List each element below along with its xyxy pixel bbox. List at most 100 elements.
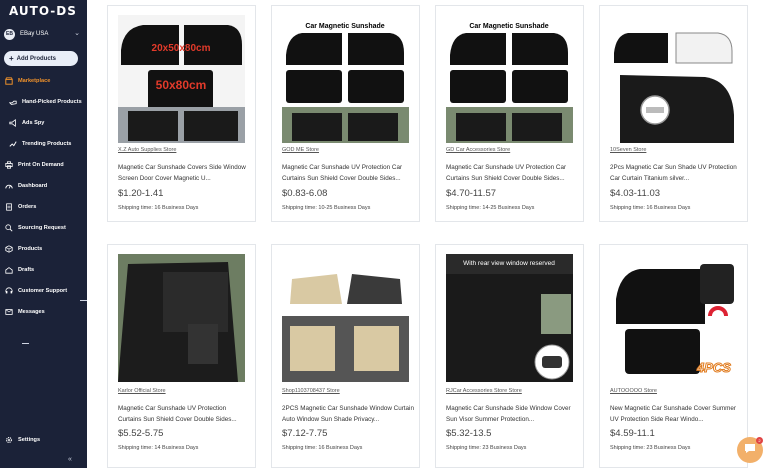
product-image[interactable] xyxy=(118,254,245,382)
product-image-label: With rear view window reserved xyxy=(463,260,555,267)
product-image[interactable] xyxy=(610,15,737,143)
drafts-icon xyxy=(4,266,13,275)
product-title[interactable]: Magnetic Car Sunshade UV Protection Car … xyxy=(282,162,414,184)
product-card[interactable]: 4PCS AUTOOOOO Store New Magnetic Car Sun… xyxy=(599,244,748,468)
sidebar-item-customer-support[interactable]: Customer Support xyxy=(4,285,67,297)
product-card[interactable]: Karlor Official Store Magnetic Car Sunsh… xyxy=(107,244,256,468)
shipping-time: Shipping time: 23 Business Days xyxy=(610,445,691,451)
brand-logo[interactable]: AUTO-DS xyxy=(9,4,77,18)
product-image-label: 20x50x80cm xyxy=(152,43,211,54)
sidebar-item-label: Orders xyxy=(18,204,37,210)
store-link[interactable]: Shop1103708437 Store xyxy=(282,388,340,394)
chat-icon xyxy=(743,441,757,460)
trend-icon xyxy=(8,140,17,149)
add-products-button[interactable]: + Add Products xyxy=(4,51,78,66)
product-image[interactable]: 4PCS xyxy=(610,254,737,382)
product-title[interactable]: Magnetic Car Sunshade UV Protection Car … xyxy=(446,162,578,184)
product-card[interactable]: Car Magnetic Sunshade GD Car Accessories… xyxy=(435,5,584,222)
sidebar-item-label: Dashboard xyxy=(18,183,48,189)
product-image[interactable]: Car Magnetic Sunshade xyxy=(446,15,573,143)
product-image-label: 50x80cm xyxy=(156,78,207,92)
gear-icon xyxy=(4,436,13,445)
sourcing-icon xyxy=(4,224,13,233)
divider xyxy=(22,343,29,344)
product-image[interactable]: Car Magnetic Sunshade xyxy=(282,15,409,143)
sidebar-item-hand-picked[interactable]: Hand-Picked Products xyxy=(8,96,82,108)
product-image[interactable]: 20x50x80cm 50x80cm xyxy=(118,15,245,143)
hand-icon xyxy=(8,98,17,107)
app-root: AUTO-DS EB EBay USA ⌄ + Add Products Mar… xyxy=(0,0,768,468)
scroll-marker xyxy=(80,300,87,301)
sidebar-item-orders[interactable]: Orders xyxy=(4,201,36,213)
sidebar-item-label: Sourcing Request xyxy=(18,225,66,231)
sidebar-item-label: Marketplace xyxy=(18,78,51,84)
product-card[interactable]: Car Magnetic Sunshade GOD ME Store Magne… xyxy=(271,5,420,222)
product-title[interactable]: New Magnetic Car Sunshade Cover Summer U… xyxy=(610,403,742,425)
sidebar-item-products[interactable]: Products xyxy=(4,243,42,255)
sidebar-item-label: Ads Spy xyxy=(22,120,45,126)
product-title[interactable]: Magnetic Car Sunshade Side Window Cover … xyxy=(446,403,578,425)
shipping-time: Shipping time: 23 Business Days xyxy=(446,445,527,451)
store-link[interactable]: Karlor Official Store xyxy=(118,388,166,394)
shipping-time: Shipping time: 16 Business Days xyxy=(282,445,363,451)
product-card[interactable]: 20x50x80cm 50x80cm X.Z Auto Supplies Sto… xyxy=(107,5,256,222)
product-price: $0.83-6.08 xyxy=(282,188,328,199)
sidebar-item-messages[interactable]: Messages xyxy=(4,306,45,318)
product-title[interactable]: 2Pcs Magnetic Car Sun Shade UV Protectio… xyxy=(610,162,742,184)
product-title[interactable]: Magnetic Car Sunshade Covers Side Window… xyxy=(118,162,250,184)
mail-icon xyxy=(4,308,13,317)
sidebar-item-drafts[interactable]: Drafts xyxy=(4,264,34,276)
sidebar-item-marketplace[interactable]: Marketplace xyxy=(4,75,50,87)
product-price: $4.70-11.57 xyxy=(446,188,497,199)
store-link[interactable]: GOD ME Store xyxy=(282,147,319,153)
chat-badge: 2 xyxy=(756,437,763,444)
product-card[interactable]: With rear view window reserved RJCar Acc… xyxy=(435,244,584,468)
store-icon xyxy=(4,77,13,86)
store-link[interactable]: 10Seven Store xyxy=(610,147,646,153)
product-price: $4.03-11.03 xyxy=(610,188,661,199)
sidebar: AUTO-DS EB EBay USA ⌄ + Add Products Mar… xyxy=(0,0,87,468)
product-price: $7.12-7.75 xyxy=(282,428,328,439)
sidebar-item-label: Print On Demand xyxy=(18,162,64,168)
box-icon xyxy=(4,245,13,254)
product-image[interactable]: With rear view window reserved xyxy=(446,254,573,382)
shipping-time: Shipping time: 16 Business Days xyxy=(118,205,199,211)
collapse-sidebar-button[interactable]: « xyxy=(68,456,72,463)
shipping-time: Shipping time: 14 Business Days xyxy=(118,445,199,451)
store-link[interactable]: RJCar Accessories Store Store xyxy=(446,388,522,394)
product-price: $4.59-11.1 xyxy=(610,428,655,439)
product-title[interactable]: 2PCS Magnetic Car Sunshade Window Curtai… xyxy=(282,403,414,425)
add-products-label: Add Products xyxy=(16,55,57,62)
orders-icon xyxy=(4,203,13,212)
store-link[interactable]: AUTOOOOO Store xyxy=(610,388,657,394)
sidebar-item-ads-spy[interactable]: Ads Spy xyxy=(8,117,44,129)
sidebar-item-label: Products xyxy=(18,246,43,252)
sidebar-item-settings[interactable]: Settings xyxy=(4,434,40,446)
sidebar-item-trending[interactable]: Trending Products xyxy=(8,138,71,150)
product-card[interactable]: Shop1103708437 Store 2PCS Magnetic Car S… xyxy=(271,244,420,468)
dashboard-icon xyxy=(4,182,13,191)
product-image-label: Car Magnetic Sunshade xyxy=(469,23,548,30)
store-name: EBay USA xyxy=(20,31,49,37)
shipping-time: Shipping time: 10-25 Business Days xyxy=(282,205,371,211)
product-price: $5.52-5.75 xyxy=(118,428,164,439)
shipping-time: Shipping time: 16 Business Days xyxy=(610,205,691,211)
product-card[interactable]: 10Seven Store 2Pcs Magnetic Car Sun Shad… xyxy=(599,5,748,222)
product-title[interactable]: Magnetic Car Sunshade UV Protection Curt… xyxy=(118,403,250,425)
product-price: $5.32-13.5 xyxy=(446,428,492,439)
sidebar-item-label: Settings xyxy=(18,437,41,443)
sidebar-item-label: Hand-Picked Products xyxy=(22,99,82,105)
sidebar-item-dashboard[interactable]: Dashboard xyxy=(4,180,47,192)
product-image-label: Car Magnetic Sunshade xyxy=(305,23,384,30)
store-selector[interactable]: EB EBay USA ⌄ xyxy=(4,27,82,41)
product-image[interactable] xyxy=(282,254,409,382)
sidebar-item-label: Trending Products xyxy=(22,141,72,147)
sidebar-item-sourcing[interactable]: Sourcing Request xyxy=(4,222,66,234)
sidebar-item-print-on-demand[interactable]: Print On Demand xyxy=(4,159,64,171)
product-price: $1.20-1.41 xyxy=(118,188,164,199)
product-image-label: 4PCS xyxy=(696,360,731,375)
store-link[interactable]: GD Car Accessories Store xyxy=(446,147,510,153)
store-badge: EB xyxy=(4,28,15,40)
sidebar-item-label: Messages xyxy=(18,309,45,315)
store-link[interactable]: X.Z Auto Supplies Store xyxy=(118,147,176,153)
